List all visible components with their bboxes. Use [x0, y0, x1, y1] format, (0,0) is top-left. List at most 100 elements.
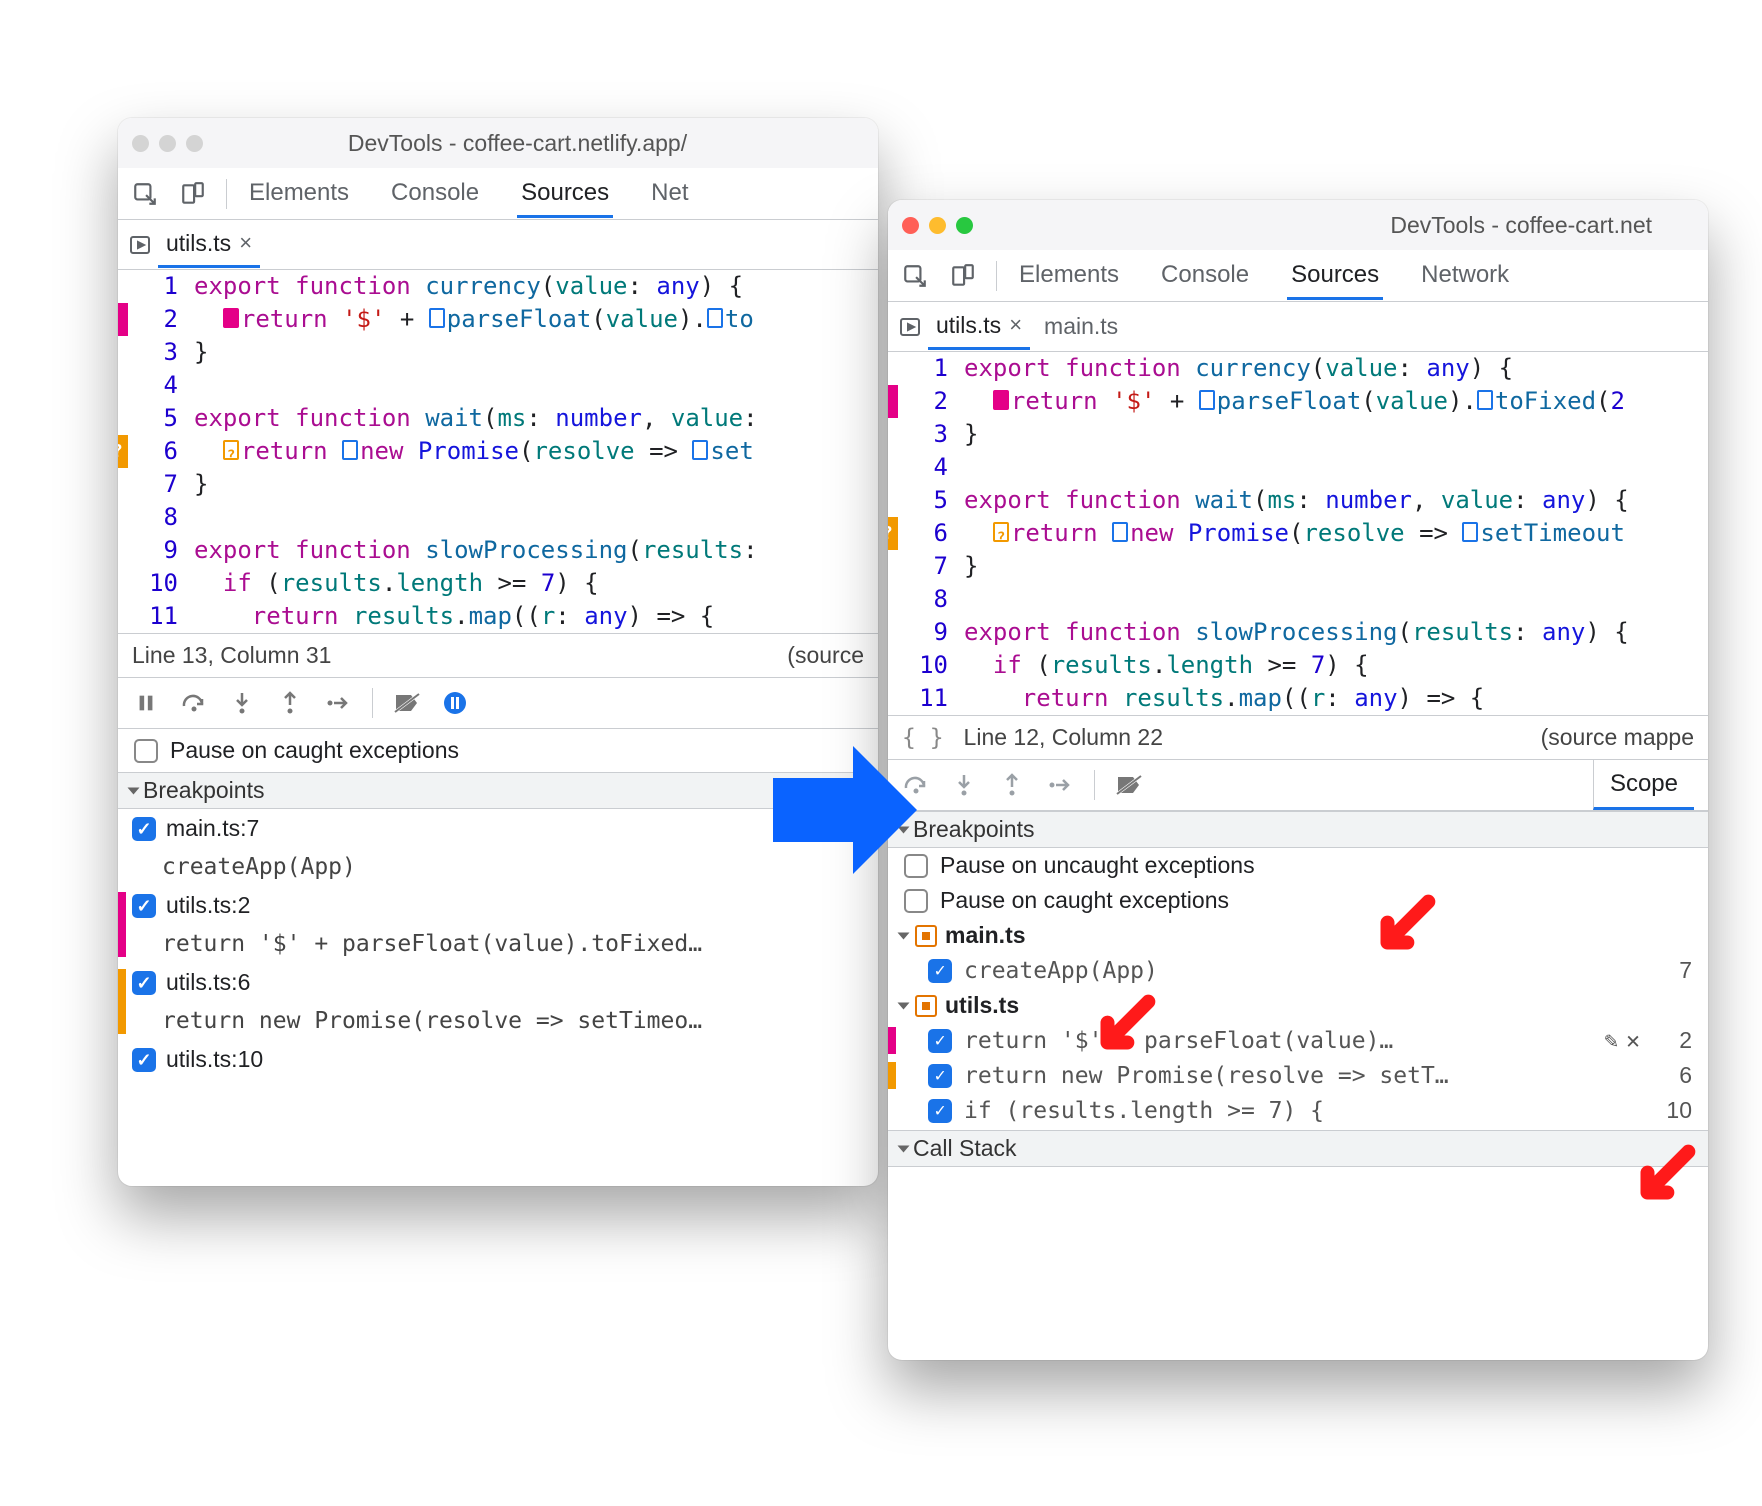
step-over-icon[interactable] [902, 771, 930, 799]
code-line[interactable]: if (results.length >= 7) { [194, 567, 878, 600]
gutter-line[interactable]: 7 [118, 468, 188, 501]
gutter-line[interactable]: 6 [888, 517, 958, 550]
checkbox-icon[interactable] [928, 1064, 952, 1088]
pause-uncaught-row[interactable]: Pause on uncaught exceptions [888, 848, 1708, 883]
device-toggle-icon[interactable] [178, 181, 208, 207]
code-line[interactable]: return '$' + parseFloat(value).to [194, 303, 878, 336]
panel-tab-elements[interactable]: Elements [245, 169, 353, 218]
device-toggle-icon[interactable] [948, 263, 978, 289]
inspect-icon[interactable] [900, 263, 930, 289]
window-controls[interactable] [132, 135, 203, 152]
breakpoint-entry[interactable]: if (results.length >= 7) {10 [888, 1093, 1708, 1128]
callstack-header[interactable]: Call Stack [888, 1130, 1708, 1167]
checkbox-icon[interactable] [132, 1048, 156, 1072]
breakpoint-row[interactable]: utils.ts:10 [118, 1040, 878, 1079]
gutter-line[interactable]: 11 [888, 682, 958, 715]
breakpoint-entry[interactable]: return '$' + parseFloat(value)…✎✕2 [888, 1023, 1708, 1058]
code-line[interactable]: return '$' + parseFloat(value).toFixed(2 [964, 385, 1708, 418]
gutter-line[interactable]: 9 [888, 616, 958, 649]
deactivate-breakpoints-icon[interactable] [1115, 771, 1143, 799]
pause-caught-row[interactable]: Pause on caught exceptions [118, 729, 878, 772]
edit-icon[interactable]: ✎ [1604, 1028, 1618, 1054]
code-editor[interactable]: 1234567891011 export function currency(v… [118, 270, 878, 633]
code-line[interactable]: export function currency(value: any) { [964, 352, 1708, 385]
code-line[interactable]: return results.map((r: any) => { [194, 600, 878, 633]
step-icon[interactable] [324, 689, 352, 717]
step-icon[interactable] [1046, 771, 1074, 799]
code-line[interactable]: export function slowProcessing(results: [194, 534, 878, 567]
gutter-line[interactable]: 2 [888, 385, 958, 418]
navigator-toggle-icon[interactable] [128, 233, 152, 257]
gutter-line[interactable]: 10 [118, 567, 188, 600]
panel-tab-elements[interactable]: Elements [1015, 251, 1123, 300]
navigator-toggle-icon[interactable] [898, 315, 922, 339]
code-line[interactable]: return new Promise(resolve => setTimeout [964, 517, 1708, 550]
file-tab[interactable]: main.ts [1036, 304, 1126, 350]
remove-icon[interactable]: ✕ [1626, 1028, 1640, 1054]
code-editor[interactable]: 1234567891011 export function currency(v… [888, 352, 1708, 715]
code-line[interactable]: export function slowProcessing(results: … [964, 616, 1708, 649]
gutter-line[interactable]: 5 [888, 484, 958, 517]
breakpoints-header[interactable]: Breakpoints [888, 811, 1708, 848]
panel-tab-sources[interactable]: Sources [517, 169, 613, 218]
gutter-line[interactable]: 1 [118, 270, 188, 303]
code-line[interactable] [194, 369, 878, 402]
code-line[interactable]: } [194, 336, 878, 369]
gutter-line[interactable]: 4 [888, 451, 958, 484]
gutter-line[interactable]: 2 [118, 303, 188, 336]
step-out-icon[interactable] [276, 689, 304, 717]
gutter-line[interactable]: 6 [118, 435, 188, 468]
deactivate-breakpoints-icon[interactable] [393, 689, 421, 717]
gutter-line[interactable]: 3 [888, 418, 958, 451]
gutter-line[interactable]: 3 [118, 336, 188, 369]
panel-tab-network[interactable]: Network [1417, 251, 1513, 300]
checkbox-icon[interactable] [928, 1099, 952, 1123]
checkbox-icon[interactable] [132, 894, 156, 918]
gutter-line[interactable]: 7 [888, 550, 958, 583]
code-line[interactable]: } [194, 468, 878, 501]
file-tab[interactable]: utils.ts × [158, 222, 260, 268]
gutter-line[interactable]: 5 [118, 402, 188, 435]
breakpoint-row[interactable]: main.ts:7createApp(App) [118, 809, 878, 886]
pretty-print-icon[interactable]: { } [902, 725, 944, 751]
panel-tab-sources[interactable]: Sources [1287, 251, 1383, 300]
file-tab[interactable]: utils.ts × [928, 304, 1030, 350]
step-out-icon[interactable] [998, 771, 1026, 799]
code-line[interactable]: } [964, 418, 1708, 451]
code-line[interactable]: export function currency(value: any) { [194, 270, 878, 303]
checkbox-icon[interactable] [134, 739, 158, 763]
gutter-line[interactable]: 10 [888, 649, 958, 682]
code-line[interactable]: if (results.length >= 7) { [964, 649, 1708, 682]
gutter-line[interactable]: 8 [118, 501, 188, 534]
code-line[interactable] [194, 501, 878, 534]
step-over-icon[interactable] [180, 689, 208, 717]
gutter-line[interactable]: 8 [888, 583, 958, 616]
breakpoints-header[interactable]: Breakpoints [118, 772, 878, 809]
code-line[interactable]: return results.map((r: any) => { [964, 682, 1708, 715]
breakpoint-group-header[interactable]: utils.ts [888, 988, 1708, 1023]
pause-exceptions-icon[interactable] [441, 689, 469, 717]
code-line[interactable] [964, 583, 1708, 616]
close-icon[interactable]: × [239, 230, 252, 256]
breakpoint-entry[interactable]: createApp(App)7 [888, 953, 1708, 988]
code-line[interactable]: export function wait(ms: number, value: [194, 402, 878, 435]
code-line[interactable]: export function wait(ms: number, value: … [964, 484, 1708, 517]
breakpoint-row[interactable]: utils.ts:6return new Promise(resolve => … [118, 963, 878, 1040]
panel-tab-console[interactable]: Console [387, 169, 483, 218]
panel-tab-net[interactable]: Net [647, 169, 692, 218]
checkbox-icon[interactable] [132, 817, 156, 841]
step-into-icon[interactable] [228, 689, 256, 717]
code-line[interactable]: } [964, 550, 1708, 583]
breakpoint-row[interactable]: utils.ts:2return '$' + parseFloat(value)… [118, 886, 878, 963]
gutter-line[interactable]: 1 [888, 352, 958, 385]
breakpoint-group-header[interactable]: main.ts [888, 918, 1708, 953]
checkbox-icon[interactable] [928, 1029, 952, 1053]
inspect-icon[interactable] [130, 181, 160, 207]
gutter-line[interactable]: 9 [118, 534, 188, 567]
panel-tab-console[interactable]: Console [1157, 251, 1253, 300]
close-icon[interactable]: × [1009, 312, 1022, 338]
step-into-icon[interactable] [950, 771, 978, 799]
gutter-line[interactable]: 11 [118, 600, 188, 633]
window-controls[interactable] [902, 217, 973, 234]
pause-caught-row[interactable]: Pause on caught exceptions [888, 883, 1708, 918]
